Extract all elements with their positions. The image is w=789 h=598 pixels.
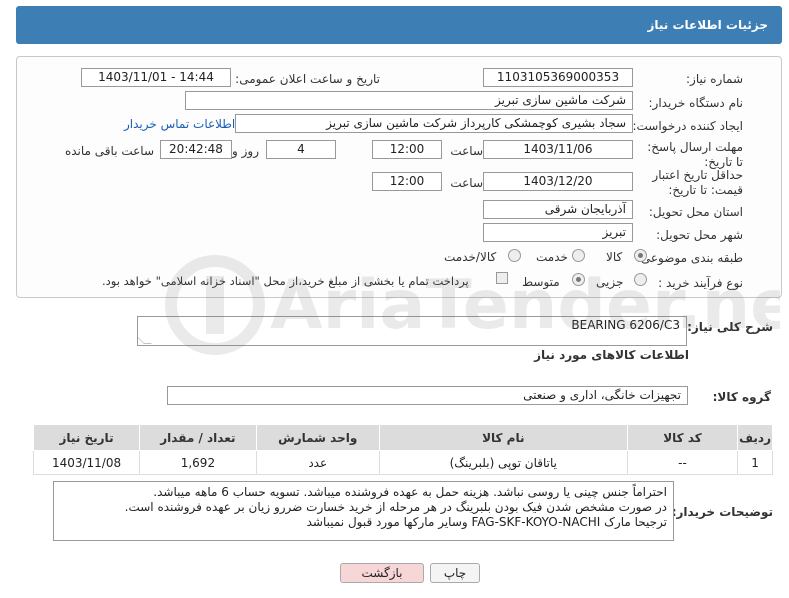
days-remaining-field: 4 — [266, 140, 336, 159]
cell-need-date: 1403/11/08 — [32, 450, 141, 475]
province-field: آذربایجان شرقی — [483, 200, 633, 219]
goods-table: ردیف کد کالا نام کالا واحد شمارش تعداد /… — [32, 424, 773, 475]
deadline-time-label: ساعت — [450, 144, 483, 158]
goods-group-label: گروه کالا: — [712, 390, 771, 404]
cell-quantity: 1,692 — [139, 450, 257, 475]
process-medium-radio[interactable] — [572, 273, 585, 286]
goods-table-header: ردیف کد کالا نام کالا واحد شمارش تعداد /… — [32, 424, 773, 451]
price-validity-label: حداقل تاریخ اعتبار قیمت: تا تاریخ: — [652, 168, 743, 197]
category-goods-radio[interactable] — [634, 249, 647, 262]
table-row: 1 -- یاتاقان توپی (بلبرینگ) عدد 1,692 14… — [32, 450, 773, 475]
col-row: ردیف — [737, 424, 773, 451]
buyer-org-field: شرکت ماشین سازی تبریز — [185, 91, 633, 110]
cell-unit: عدد — [255, 450, 380, 475]
price-validity-time-field: 12:00 — [372, 172, 442, 191]
remaining-time-field: 20:42:48 — [160, 140, 232, 159]
col-need-date: تاریخ نیاز — [32, 424, 141, 451]
category-label: طبقه بندی موضوعی: — [636, 251, 743, 265]
treasury-payment-checkbox[interactable] — [496, 272, 508, 284]
category-service-radio[interactable] — [572, 249, 585, 262]
deadline-time-field: 12:00 — [372, 140, 442, 159]
price-validity-date-field: 1403/12/20 — [483, 172, 633, 191]
price-validity-time-label: ساعت — [450, 176, 483, 190]
col-quantity: تعداد / مقدار — [139, 424, 257, 451]
category-goods-service-label: کالا/خدمت — [444, 250, 497, 264]
requester-label: ایجاد کننده درخواست: — [632, 119, 743, 133]
cell-code: -- — [626, 450, 739, 475]
category-goods-service-radio[interactable] — [508, 249, 521, 262]
panel-header: جزئیات اطلاعات نیاز — [16, 6, 782, 44]
province-label: استان محل تحویل: — [648, 205, 743, 219]
col-code: کد کالا — [626, 424, 739, 451]
buyer-contact-link[interactable]: اطلاعات تماس خریدار — [124, 117, 235, 131]
page-title: جزئیات اطلاعات نیاز — [647, 18, 768, 32]
process-minor-label: جزیی — [596, 275, 624, 289]
print-button[interactable]: چاپ — [430, 563, 480, 583]
buyer-notes-line-1: احتراماً جنس چینی یا روسی نباشد. هزینه ح… — [153, 485, 667, 499]
col-unit: واحد شمارش — [255, 424, 380, 451]
deadline-date-field: 1403/11/06 — [483, 140, 633, 159]
city-label: شهر محل تحویل: — [656, 228, 743, 242]
remaining-time-label: ساعت باقی مانده — [64, 144, 154, 158]
cell-name: یاتاقان توپی (بلبرینگ) — [378, 450, 628, 475]
category-service-label: خدمت — [536, 250, 568, 264]
city-field: تبریز — [483, 223, 633, 242]
goods-section-title: اطلاعات کالاهای مورد نیاز — [534, 348, 689, 362]
deadline-label: مهلت ارسال پاسخ: تا تاریخ: — [647, 140, 743, 169]
summary-text: BEARING 6206/C3 — [571, 318, 680, 332]
process-minor-radio[interactable] — [634, 273, 647, 286]
buyer-notes-line-2: در صورت مشخص شدن فیک بودن بلبرینگ در هر … — [124, 500, 667, 514]
col-name: نام کالا — [378, 424, 628, 451]
category-goods-label: کالا — [606, 250, 623, 264]
need-number-label: شماره نیاز: — [686, 72, 743, 86]
treasury-payment-note: پرداخت تمام یا بخشی از مبلغ خرید،از محل … — [102, 274, 469, 288]
announce-datetime-label: تاریخ و ساعت اعلان عمومی: — [235, 72, 380, 86]
buyer-notes-line-3: ترجیحا مارک FAG-SKF-KOYO-NACHI وسایر مار… — [306, 515, 667, 529]
buyer-org-label: نام دستگاه خریدار: — [648, 96, 744, 110]
goods-group-field: تجهیزات خانگی، اداری و صنعتی — [167, 386, 688, 405]
resize-handle[interactable] — [138, 336, 152, 344]
cell-row: 1 — [737, 450, 773, 475]
process-type-label: نوع فرآیند خرید : — [658, 276, 743, 290]
announce-datetime-field: 1403/11/01 - 14:44 — [81, 68, 231, 87]
summary-label: شرح کلی نیاز: — [687, 320, 773, 334]
requester-field: سجاد بشیری کوچمشکی کارپرداز شرکت ماشین س… — [235, 114, 633, 133]
buyer-notes-label: توضیحات خریدار: — [671, 505, 773, 519]
days-label: روز و — [232, 144, 259, 158]
back-button[interactable]: بازگشت — [340, 563, 424, 583]
process-medium-label: متوسط — [522, 275, 560, 289]
need-number-field: 1103105369000353 — [483, 68, 633, 87]
summary-field: BEARING 6206/C3 — [137, 316, 687, 346]
buyer-notes-field: احتراماً جنس چینی یا روسی نباشد. هزینه ح… — [53, 481, 674, 541]
